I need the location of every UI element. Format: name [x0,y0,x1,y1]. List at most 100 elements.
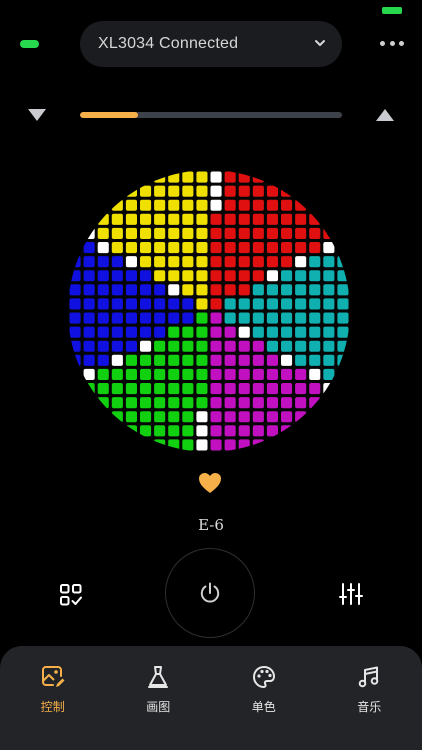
led-pixel [196,312,208,324]
led-pixel [140,354,152,366]
tab-label: 控制 [40,700,65,714]
led-pixel [210,171,222,183]
led-pixel [295,340,307,352]
led-pixel [281,298,293,310]
led-pixel [238,199,250,211]
led-pixel [97,298,109,310]
led-pixel [224,213,236,225]
led-pixel [154,242,166,254]
led-pixel [281,326,293,338]
led-pixel [238,439,250,451]
led-pixel [182,270,194,282]
led-pixel [111,340,123,352]
led-pixel [140,298,152,310]
led-pixel [83,298,95,310]
palette-icon [252,666,275,688]
led-pixel [83,312,95,324]
led-pixel [168,312,180,324]
led-pixel [238,411,250,423]
brightness-slider[interactable] [80,112,342,118]
led-pixel [323,368,335,380]
led-pixel [111,284,123,296]
led-pixel [97,270,109,282]
led-pixel [224,340,236,352]
led-pixel [125,411,137,423]
led-pixel [97,383,109,395]
led-pixel [111,326,123,338]
led-pixel [168,199,180,211]
led-pixel [125,256,137,268]
led-pixel [125,213,137,225]
power-button[interactable] [165,548,255,638]
led-pixel [168,425,180,437]
led-pixel [125,185,137,197]
led-pixel [224,242,236,254]
led-pixel [252,171,264,183]
led-pixel [266,256,278,268]
led-pixel [168,354,180,366]
led-pixel [182,213,194,225]
led-pixel [323,242,335,254]
led-pixel [238,284,250,296]
brightness-down-button[interactable] [27,108,47,122]
led-pixel [140,284,152,296]
led-pixel [154,425,166,437]
led-pixel [182,354,194,366]
tab-music[interactable]: 音乐 [317,646,422,750]
led-pixel [154,298,166,310]
led-pixel [69,340,81,352]
led-pixel [125,270,137,282]
led-pixel [224,298,236,310]
led-pixel [154,340,166,352]
led-pixel [252,312,264,324]
grid-checklist-icon[interactable] [58,582,84,608]
led-pixel [168,242,180,254]
led-pixel [323,256,335,268]
led-pixel [252,227,264,239]
led-pixel [309,397,321,409]
led-pixel [97,256,109,268]
led-pixel [295,383,307,395]
led-pixel [140,425,152,437]
tab-label: 音乐 [357,700,382,714]
led-pixel [168,383,180,395]
led-pixel [295,256,307,268]
sliders-icon[interactable] [338,581,364,607]
led-pixel [238,425,250,437]
led-pixel [281,312,293,324]
led-pixel [252,383,264,395]
led-pixel [97,213,109,225]
tab-control[interactable]: 控制 [0,646,106,750]
more-button[interactable] [380,38,404,48]
led-pixel [309,354,321,366]
led-pixel [154,354,166,366]
led-pixel [69,284,81,296]
led-pixel [125,284,137,296]
led-pixel [154,213,166,225]
led-pixel [111,199,123,211]
led-pixel [111,227,123,239]
more-icon-dot [380,40,385,46]
led-pixel [111,354,123,366]
led-pixel [238,242,250,254]
device-selector[interactable]: XL3034 Connected [80,21,342,67]
brightness-up-button[interactable] [375,108,395,122]
led-pixel [238,326,250,338]
tab-draw[interactable]: 画图 [106,646,212,750]
led-pixel [210,368,222,380]
led-pixel [154,171,166,183]
led-pixel [125,326,137,338]
led-pixel [111,298,123,310]
led-pixel [69,298,81,310]
led-pixel [238,227,250,239]
led-pixel [196,171,208,183]
led-pixel [309,383,321,395]
heart-icon[interactable] [198,472,222,494]
led-pixel [309,242,321,254]
led-pixel [111,312,123,324]
tab-solid-color[interactable]: 单色 [211,646,317,750]
led-pixel [266,227,278,239]
led-pixel [281,368,293,380]
led-pixel [125,242,137,254]
led-pixel [224,354,236,366]
